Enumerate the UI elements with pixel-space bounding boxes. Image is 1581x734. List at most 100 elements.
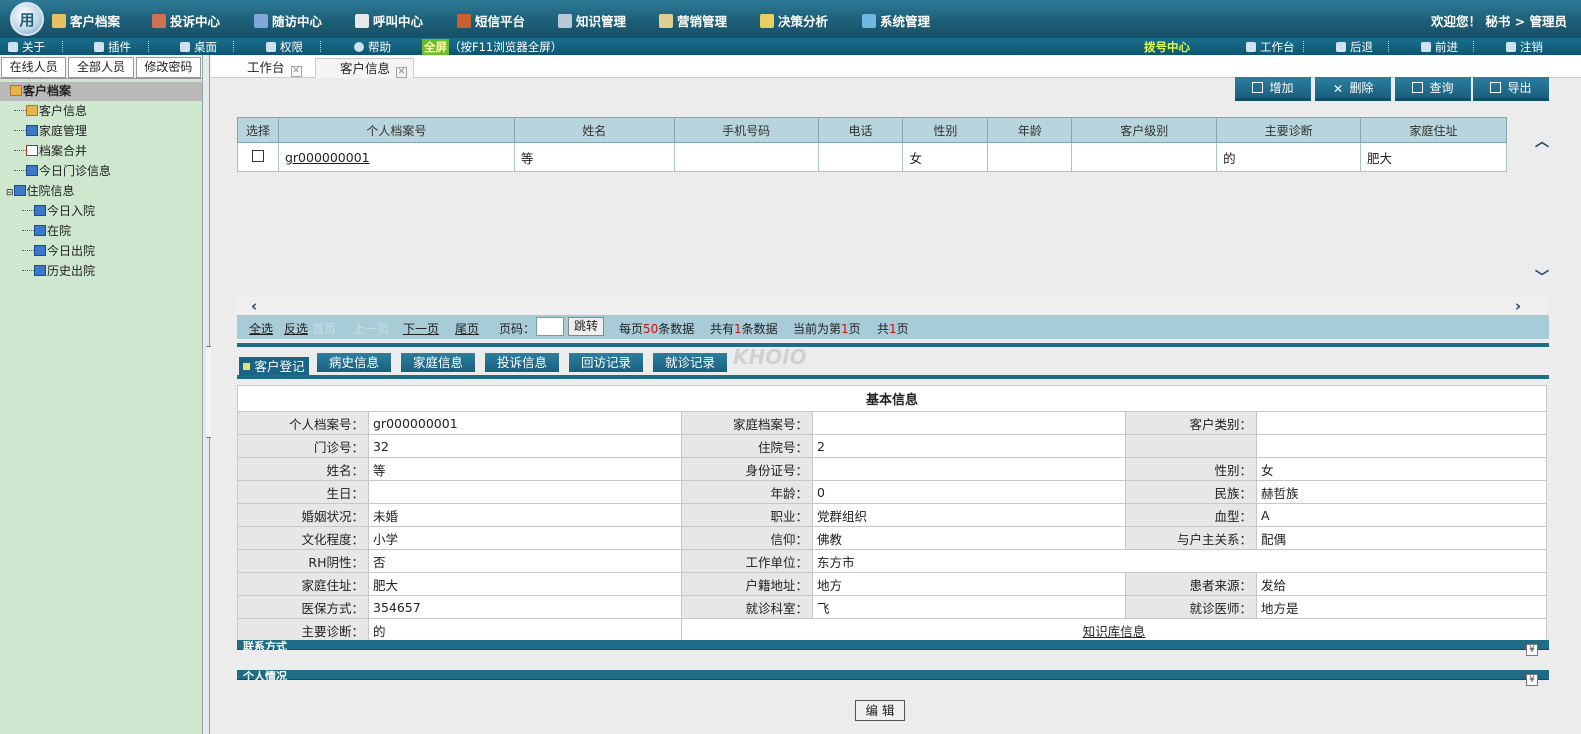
nav-sms-platform[interactable]: 短信平台 (457, 11, 525, 30)
query-button[interactable]: 查询 (1395, 77, 1471, 101)
per-page-info: 每页50条数据 (619, 322, 695, 336)
basic-info-title: 基本信息 (237, 385, 1547, 412)
complaint-icon (152, 13, 166, 28)
tab-change-password[interactable]: 修改密码 (135, 57, 201, 78)
nav-decision-analysis[interactable]: 决策分析 (760, 11, 828, 30)
dial-center-link[interactable]: 拨号中心 (1144, 39, 1190, 55)
scroll-right-icon[interactable]: › (1515, 297, 1521, 315)
nav-knowledge[interactable]: 知识管理 (558, 11, 626, 30)
detail-tabs: 客户登记 病史信息 家庭信息 投诉信息 回访记录 就诊记录 (237, 353, 1549, 379)
page-number-input[interactable] (536, 317, 564, 336)
next-page-link[interactable]: 下一页 (403, 320, 439, 337)
separator (320, 41, 321, 52)
nav-call-center[interactable]: 呼叫中心 (355, 11, 423, 30)
info-label: 主要诊断： (237, 618, 369, 642)
tab-medical-history[interactable]: 病史信息 (317, 353, 391, 372)
customer-table: 选择 个人档案号 姓名 手机号码 电话 性别 年龄 客户级别 主要诊断 家庭住址… (237, 117, 1507, 172)
table-row[interactable]: gr000000001 等 女 的 肥大 (237, 142, 1507, 172)
info-value: 小学 (368, 526, 682, 550)
tree-item-family-management[interactable]: 家庭管理 (0, 121, 202, 141)
section-personal-bar[interactable] (237, 670, 1549, 680)
last-page-link[interactable]: 尾页 (455, 320, 479, 337)
tree-item-in-hospital[interactable]: 在院 (0, 221, 202, 241)
help-icon (354, 42, 364, 52)
tree-root-customer-archive[interactable]: 客户档案 (0, 82, 202, 101)
tab-complaint-info[interactable]: 投诉信息 (485, 353, 559, 372)
cell-name: 等 (513, 142, 675, 172)
info-row: 家庭住址： 肥大 户籍地址： 地方 患者来源： 发给 (237, 572, 1547, 596)
fullscreen-link[interactable]: 全屏 （按F11浏览器全屏） (422, 39, 562, 55)
info-value: 佛教 (812, 526, 1126, 550)
desktop-link[interactable]: 桌面 (180, 39, 217, 55)
logout-link[interactable]: 注销 (1506, 39, 1543, 55)
nav-followup-center[interactable]: 随访中心 (254, 11, 322, 30)
tree-item-inpatient-info[interactable]: ⊟ 住院信息 (0, 181, 202, 201)
row-checkbox[interactable] (251, 149, 264, 162)
add-icon (1252, 82, 1264, 93)
add-button[interactable]: 增加 (1235, 77, 1311, 101)
back-icon (1336, 42, 1346, 52)
invert-select-link[interactable]: 反选 (284, 320, 308, 337)
export-button[interactable]: 导出 (1473, 77, 1549, 101)
expand-icon[interactable]: ¥ (1526, 674, 1538, 686)
tab-treatment-records[interactable]: 就诊记录 (653, 353, 727, 372)
section-contact-bar[interactable] (237, 640, 1549, 650)
delete-icon: ✕ (1332, 82, 1344, 96)
workbench-link[interactable]: 工作台 (1246, 39, 1295, 55)
select-all-link[interactable]: 全选 (249, 320, 273, 337)
close-icon[interactable]: ✕ (290, 66, 302, 77)
info-label: 家庭档案号： (681, 411, 813, 435)
jump-button[interactable]: 跳转 (568, 317, 604, 336)
prev-page-link[interactable]: 上一页 (353, 320, 389, 337)
scroll-left-icon[interactable]: ‹ (251, 297, 257, 315)
separator (1303, 41, 1304, 52)
nav-system-admin[interactable]: 系统管理 (862, 11, 930, 30)
expand-icon[interactable]: ¥ (1526, 644, 1538, 656)
tab-visit-records[interactable]: 回访记录 (569, 353, 643, 372)
info-value: 的 (368, 618, 682, 642)
tree-item-customer-info[interactable]: 客户信息 (0, 101, 202, 121)
info-label: RH阴性： (237, 549, 369, 573)
delete-button[interactable]: ✕ 删除 (1315, 77, 1391, 101)
horizontal-scrollbar[interactable]: ‹ › (237, 297, 1547, 315)
back-link[interactable]: 后退 (1336, 39, 1373, 55)
about-link[interactable]: 关于 (8, 39, 45, 55)
tab-all-users[interactable]: 全部人员 (68, 57, 134, 78)
nav-complaint-center[interactable]: 投诉中心 (152, 11, 220, 30)
info-label: 客户类别： (1125, 411, 1257, 435)
decision-icon (760, 13, 774, 28)
info-value (368, 480, 682, 504)
tab-workbench[interactable]: 工作台 ✕ (221, 58, 302, 78)
scroll-down-icon[interactable]: ﹀ (1535, 267, 1549, 287)
tree-item-today-discharge[interactable]: 今日出院 (0, 241, 202, 261)
col-address: 家庭住址 (1360, 117, 1507, 143)
tree-item-archive-merge[interactable]: 档案合并 (0, 141, 202, 161)
tree-item-today-admission[interactable]: 今日入院 (0, 201, 202, 221)
close-icon[interactable]: ✕ (396, 67, 408, 78)
tree-item-today-outpatient[interactable]: 今日门诊信息 (0, 161, 202, 181)
archive-no-link[interactable]: gr000000001 (285, 150, 370, 165)
tab-family-info[interactable]: 家庭信息 (401, 353, 475, 372)
edit-button[interactable]: 编 辑 (855, 700, 905, 721)
first-page-link[interactable]: 首页 (312, 320, 336, 337)
info-row: 姓名：等 身份证号： 性别：女 (237, 457, 1547, 481)
plugin-link[interactable]: 插件 (94, 39, 131, 55)
col-diagnosis: 主要诊断 (1216, 117, 1362, 143)
knowledge-base-link[interactable]: 知识库信息 (1083, 624, 1146, 639)
nav-marketing[interactable]: 营销管理 (659, 11, 727, 30)
tab-customer-info[interactable]: 客户信息 ✕ (315, 58, 415, 78)
forward-link[interactable]: 前进 (1421, 39, 1458, 55)
cell-mobile (673, 142, 819, 172)
tab-online-users[interactable]: 在线人员 (1, 57, 67, 78)
info-value: 女 (1256, 457, 1547, 481)
info-row: 主要诊断：的 知识库信息 (237, 618, 1547, 642)
col-archive-no: 个人档案号 (277, 117, 515, 143)
tab-customer-register[interactable]: 客户登记 (239, 357, 309, 375)
nav-customer-archive[interactable]: 客户档案 (52, 11, 120, 30)
app-logo[interactable]: 用 (10, 2, 44, 36)
permission-link[interactable]: 权限 (266, 39, 303, 55)
scroll-up-icon[interactable]: ︿ (1535, 131, 1549, 151)
tree-item-history-discharge[interactable]: 历史出院 (0, 261, 202, 281)
help-link[interactable]: 帮助 (354, 39, 391, 55)
info-label: 户籍地址： (681, 572, 813, 596)
